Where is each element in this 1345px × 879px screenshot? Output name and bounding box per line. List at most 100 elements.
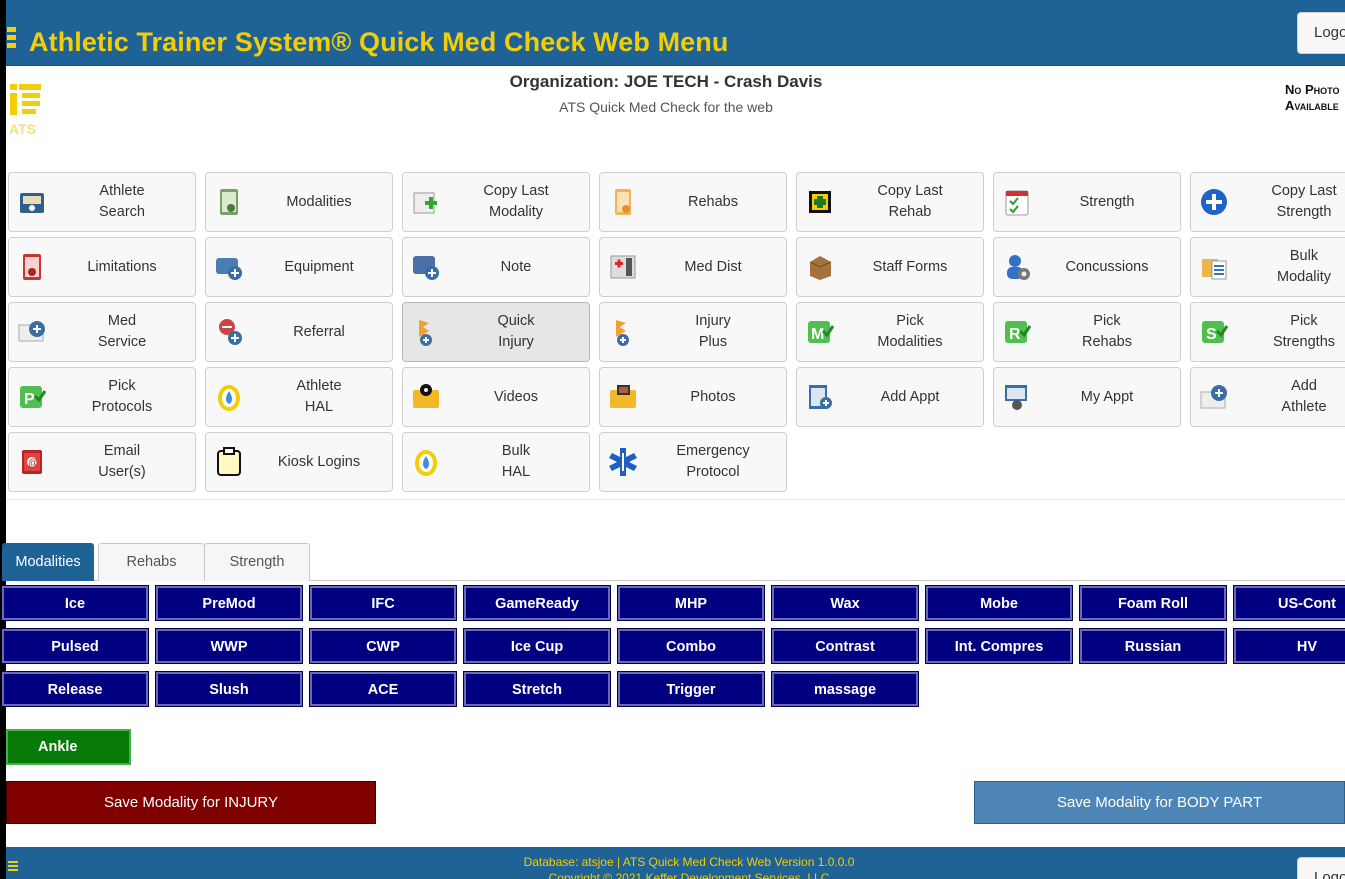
svg-text:R: R bbox=[1009, 326, 1021, 343]
menu-tile-equipment[interactable]: Equipment bbox=[205, 237, 393, 297]
modality-button-us-cont[interactable]: US-Cont bbox=[1233, 585, 1345, 621]
footer-logout-button[interactable]: Logout bbox=[1297, 857, 1345, 879]
menu-tile-label: Email User(s) bbox=[98, 443, 146, 480]
modality-button-release[interactable]: Release bbox=[1, 671, 149, 707]
menu-tile-label: Referral bbox=[293, 323, 345, 340]
modality-button-wwp[interactable]: WWP bbox=[155, 628, 303, 664]
menu-tile-label: Equipment bbox=[284, 258, 354, 275]
menu-tile-med-dist[interactable]: Med Dist bbox=[599, 237, 787, 297]
menu-tile-quick-injury[interactable]: Quick Injury bbox=[402, 302, 590, 362]
videos-icon bbox=[413, 384, 439, 408]
menu-icon[interactable] bbox=[7, 27, 16, 49]
modality-button-premod[interactable]: PreMod bbox=[155, 585, 303, 621]
menu-tile-label: Concussions bbox=[1065, 258, 1149, 275]
modality-button-contrast[interactable]: Contrast bbox=[771, 628, 919, 664]
menu-tile-pick-protocols[interactable]: P Pick Protocols bbox=[8, 367, 196, 427]
modality-button-slush[interactable]: Slush bbox=[155, 671, 303, 707]
modality-button-russian[interactable]: Russian bbox=[1079, 628, 1227, 664]
modality-button-stretch[interactable]: Stretch bbox=[463, 671, 611, 707]
menu-tile-bulk-modality[interactable]: Bulk Modality bbox=[1190, 237, 1345, 297]
organization-title: Organization: JOE TECH - Crash Davis bbox=[509, 72, 823, 91]
modality-button-ifc[interactable]: IFC bbox=[309, 585, 457, 621]
my-appt-icon bbox=[1005, 385, 1027, 410]
tab-strength[interactable]: Strength bbox=[204, 543, 310, 581]
menu-tile-referral[interactable]: Referral bbox=[205, 302, 393, 362]
modality-button-massage[interactable]: massage bbox=[771, 671, 919, 707]
save-modality-injury-button[interactable]: Save Modality for INJURY bbox=[6, 781, 376, 824]
menu-tile-athlete-hal[interactable]: Athlete HAL bbox=[205, 367, 393, 427]
menu-tile-pick-strengths[interactable]: S Pick Strengths bbox=[1190, 302, 1345, 362]
modalities-icon bbox=[220, 189, 238, 215]
modality-button-mobe[interactable]: Mobe bbox=[925, 585, 1073, 621]
staff-forms-icon bbox=[809, 256, 832, 280]
tab-rehabs[interactable]: Rehabs bbox=[98, 543, 205, 581]
page-title: Athletic Trainer System® Quick Med Check… bbox=[29, 27, 729, 57]
menu-tile-label: Add Appt bbox=[880, 388, 940, 405]
photos-icon bbox=[610, 385, 636, 408]
menu-tile-photos[interactable]: Photos bbox=[599, 367, 787, 427]
menu-tile-label: Add Athlete bbox=[1281, 378, 1327, 415]
menu-tile-email-user-s[interactable]: @ Email User(s) bbox=[8, 432, 196, 492]
menu-tile-copy-last-rehab[interactable]: Copy Last Rehab bbox=[796, 172, 984, 232]
menu-tile-bulk-hal[interactable]: Bulk HAL bbox=[402, 432, 590, 492]
menu-tile-staff-forms[interactable]: Staff Forms bbox=[796, 237, 984, 297]
modality-button-combo[interactable]: Combo bbox=[617, 628, 765, 664]
modality-button-ice-cup[interactable]: Ice Cup bbox=[463, 628, 611, 664]
menu-tile-label: Limitations bbox=[87, 258, 157, 275]
tab-modalities[interactable]: Modalities bbox=[2, 543, 94, 581]
menu-tile-pick-rehabs[interactable]: R Pick Rehabs bbox=[993, 302, 1181, 362]
menu-tile-note[interactable]: Note bbox=[402, 237, 590, 297]
menu-tile-injury-plus[interactable]: Injury Plus bbox=[599, 302, 787, 362]
menu-tile-label: Quick Injury bbox=[497, 313, 535, 350]
save-modality-body-part-button[interactable]: Save Modality for BODY PART bbox=[974, 781, 1345, 824]
modality-button-foam-roll[interactable]: Foam Roll bbox=[1079, 585, 1227, 621]
modality-button-trigger[interactable]: Trigger bbox=[617, 671, 765, 707]
modality-button-pulsed[interactable]: Pulsed bbox=[1, 628, 149, 664]
menu-tile-modalities[interactable]: Modalities bbox=[205, 172, 393, 232]
pick-rehabs-icon: R bbox=[1005, 321, 1032, 343]
modality-button-gameready[interactable]: GameReady bbox=[463, 585, 611, 621]
menu-tile-kiosk-logins[interactable]: Kiosk Logins bbox=[205, 432, 393, 492]
header-bar: Athletic Trainer System® Quick Med Check… bbox=[6, 0, 1345, 66]
menu-tile-label: Staff Forms bbox=[872, 258, 948, 275]
menu-tile-add-appt[interactable]: Add Appt bbox=[796, 367, 984, 427]
modality-button-wax[interactable]: Wax bbox=[771, 585, 919, 621]
modality-button-ace[interactable]: ACE bbox=[309, 671, 457, 707]
menu-tile-label: Kiosk Logins bbox=[277, 453, 361, 470]
menu-tile-med-service[interactable]: Med Service bbox=[8, 302, 196, 362]
referral-icon bbox=[219, 319, 242, 345]
menu-tile-rehabs[interactable]: Rehabs bbox=[599, 172, 787, 232]
body-part-button-ankle[interactable]: Ankle bbox=[6, 729, 131, 765]
organization-subtitle: ATS Quick Med Check for the web bbox=[559, 99, 773, 115]
menu-tile-emergency-protocol[interactable]: Emergency Protocol bbox=[599, 432, 787, 492]
med-service-icon bbox=[18, 321, 45, 342]
menu-tile-pick-modalities[interactable]: M Pick Modalities bbox=[796, 302, 984, 362]
modality-button-hv[interactable]: HV bbox=[1233, 628, 1345, 664]
menu-tile-my-appt[interactable]: My Appt bbox=[993, 367, 1181, 427]
pick-protocols-icon: P bbox=[20, 386, 47, 408]
med-dist-icon bbox=[610, 255, 636, 279]
menu-tile-label: Med Service bbox=[97, 313, 147, 350]
modality-button-cwp[interactable]: CWP bbox=[309, 628, 457, 664]
menu-tile-athlete-search[interactable]: Athlete Search bbox=[8, 172, 196, 232]
modality-button-int-compres[interactable]: Int. Compres bbox=[925, 628, 1073, 664]
menu-tile-strength[interactable]: Strength bbox=[993, 172, 1181, 232]
menu-tile-videos[interactable]: Videos bbox=[402, 367, 590, 427]
menu-tile-concussions[interactable]: Concussions bbox=[993, 237, 1181, 297]
bulk-modality-icon bbox=[1202, 259, 1227, 280]
logout-button[interactable]: Logout bbox=[1297, 12, 1345, 54]
modality-button-mhp[interactable]: MHP bbox=[617, 585, 765, 621]
menu-tile-limitations[interactable]: Limitations bbox=[8, 237, 196, 297]
menu-tile-copy-last-strength[interactable]: Copy Last Strength bbox=[1190, 172, 1345, 232]
menu-tile-add-athlete[interactable]: Add Athlete bbox=[1190, 367, 1345, 427]
injury-plus-icon bbox=[616, 320, 629, 346]
athlete-search-icon bbox=[20, 193, 44, 213]
athlete-hal-icon bbox=[218, 385, 240, 411]
menu-tile-label: Pick Protocols bbox=[91, 378, 153, 415]
copy-last-rehab-icon bbox=[809, 191, 831, 213]
menu-tile-label: Bulk Modality bbox=[1277, 248, 1331, 285]
modality-button-group: Ice PreMod IFC GameReady MHP Wax Mobe Foam Roll… bbox=[1, 585, 1345, 712]
modality-button-ice[interactable]: Ice bbox=[1, 585, 149, 621]
menu-tile-label: Videos bbox=[493, 388, 539, 405]
menu-tile-copy-last-modality[interactable]: Copy Last Modality bbox=[402, 172, 590, 232]
